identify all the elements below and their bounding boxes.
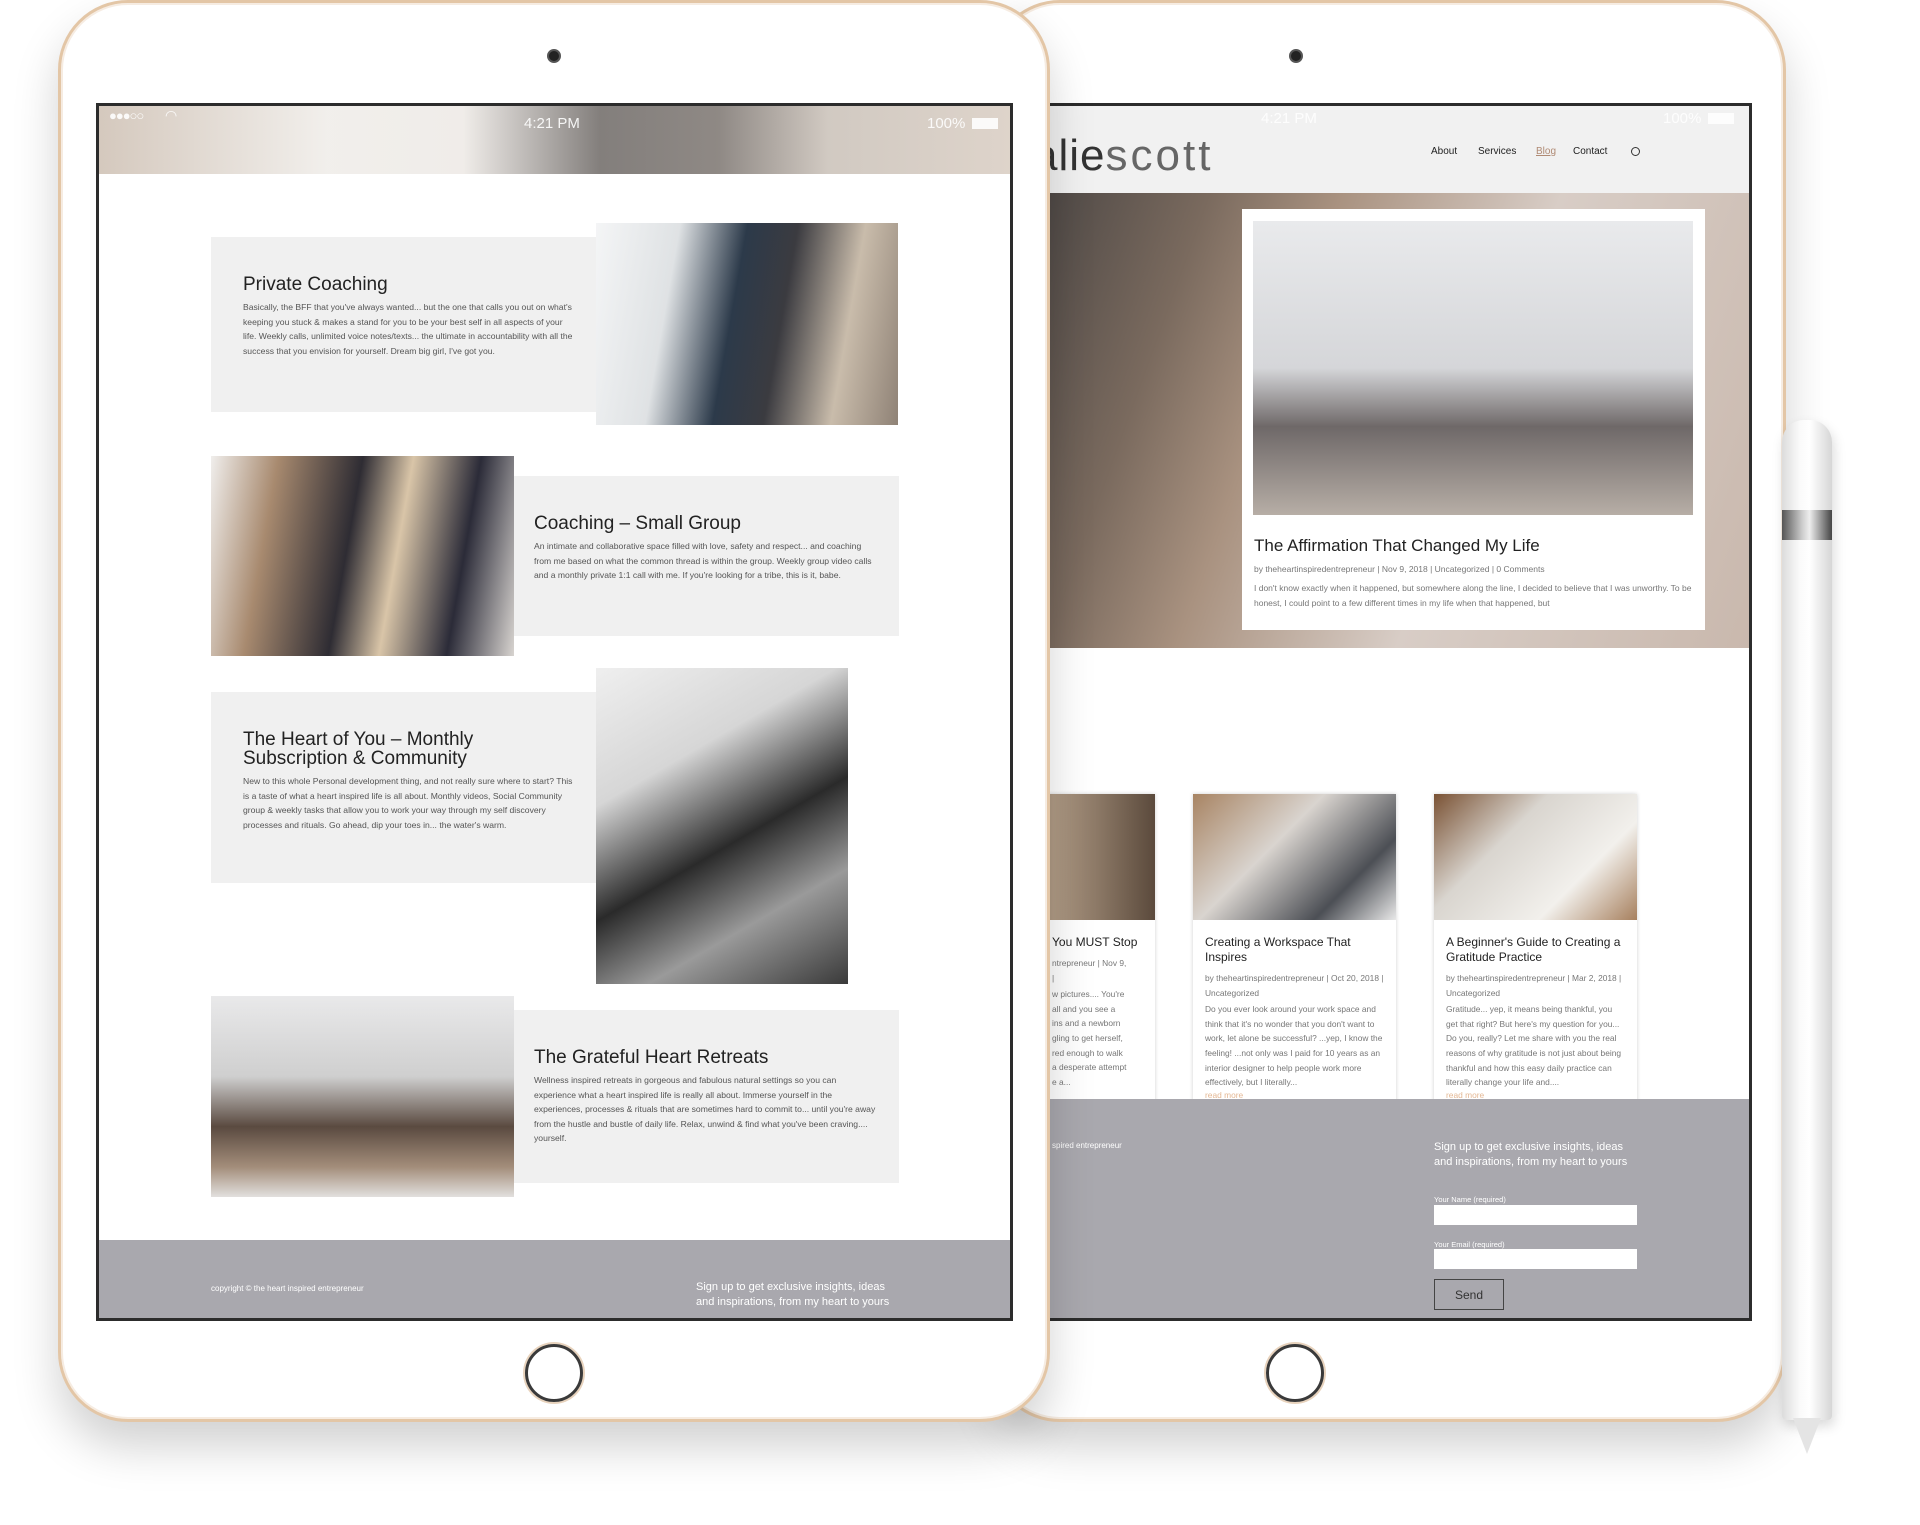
post-card[interactable]: Creating a Workspace That Inspires by th… [1193, 794, 1396, 1138]
featured-post-meta: by theheartinspiredentrepreneur | Nov 9,… [1254, 564, 1545, 574]
email-label: Your Email (required) [1434, 1240, 1505, 1249]
logo[interactable]: aliescott [1033, 131, 1213, 181]
site-footer: copyright © the heart inspired entrepren… [99, 1240, 1010, 1318]
post-card[interactable]: A Beginner's Guide to Creating a Gratitu… [1434, 794, 1637, 1138]
featured-post-title[interactable]: The Affirmation That Changed My Life [1254, 536, 1540, 556]
post-title[interactable]: Creating a Workspace That Inspires [1205, 935, 1384, 965]
photo-retreat-fireplace [211, 996, 514, 1197]
excerpt-line: a desperate attempt [1052, 1062, 1127, 1073]
service-title: Coaching – Small Group [534, 513, 741, 534]
excerpt-line: red enough to walk [1052, 1047, 1123, 1058]
excerpt-line: e a... [1052, 1076, 1071, 1087]
meta-line: ntrepreneur | Nov 9, [1052, 958, 1127, 968]
status-battery: 100% [1663, 110, 1702, 127]
service-heart-of-you: The Heart of You – Monthly Subscription … [211, 692, 596, 883]
featured-post-photo [1253, 221, 1693, 515]
footer-signup-text: Sign up to get exclusive insights, ideas… [1434, 1141, 1628, 1168]
status-bar: 4:21 PM 100% [1033, 106, 1749, 132]
send-button[interactable]: Send [1434, 1279, 1504, 1310]
camera [1289, 49, 1303, 63]
post-meta: by theheartinspiredentrepreneur | Mar 2,… [1446, 973, 1622, 998]
logo-part2: scott [1105, 131, 1214, 180]
service-description: New to this whole Personal development t… [243, 776, 573, 830]
nav-about[interactable]: About [1431, 146, 1457, 157]
service-description: Wellness inspired retreats in gorgeous a… [534, 1075, 876, 1144]
nav-blog[interactable]: Blog [1536, 146, 1556, 157]
home-button[interactable] [1266, 1344, 1324, 1402]
home-button[interactable] [525, 1344, 583, 1402]
name-input[interactable] [1434, 1205, 1637, 1225]
service-title: The Grateful Heart Retreats [534, 1047, 769, 1068]
left-screen: ●●●○○ ◠ 4:21 PM 100% Private Coaching Ba… [96, 103, 1013, 1321]
excerpt-line: gling to get herself, [1052, 1032, 1123, 1043]
excerpt-line: all and you see a [1052, 1003, 1116, 1014]
service-small-group: Coaching – Small Group An intimate and c… [514, 476, 899, 636]
wifi-icon: ◠ [165, 107, 178, 123]
post-photo-workspace [1193, 794, 1396, 920]
site-footer: spired entrepreneur Sign up to get exclu… [1033, 1099, 1749, 1318]
post-excerpt: Gratitude... yep, it means being thankfu… [1446, 1004, 1622, 1088]
post-meta: by theheartinspiredentrepreneur | Oct 20… [1205, 973, 1384, 998]
battery-icon [1708, 113, 1734, 124]
excerpt-line: ins and a newborn [1052, 1018, 1121, 1029]
camera [547, 49, 561, 63]
pencil-band [1782, 510, 1832, 540]
service-retreats: The Grateful Heart Retreats Wellness ins… [514, 1010, 899, 1183]
service-title: Private Coaching [243, 274, 388, 295]
post-excerpt: Do you ever look around your work space … [1205, 1004, 1383, 1088]
status-bar: ●●●○○ ◠ 4:21 PM 100% [99, 106, 1010, 132]
status-battery: 100% [927, 115, 966, 132]
photo-woman-writing [596, 668, 848, 984]
pencil-tip [1793, 1418, 1821, 1454]
right-screen: 4:21 PM 100% aliescott About Services Bl… [1030, 103, 1752, 1321]
nav-contact[interactable]: Contact [1573, 146, 1607, 157]
search-icon[interactable] [1631, 147, 1640, 156]
apple-pencil [1782, 420, 1832, 1420]
nav-services[interactable]: Services [1478, 146, 1516, 157]
service-description: An intimate and collaborative space fill… [534, 541, 872, 581]
battery-icon [972, 118, 998, 129]
service-title: The Heart of You – Monthly Subscription … [243, 729, 474, 769]
photo-two-women-chatting [596, 223, 898, 425]
footer-copyright: copyright © the heart inspired entrepren… [211, 1284, 364, 1293]
status-time: 4:21 PM [1261, 110, 1317, 127]
footer-signup-text: Sign up to get exclusive insights, ideas… [696, 1281, 890, 1308]
post-excerpt: w pictures.... You're all and you see a … [1052, 987, 1143, 1089]
footer-copyright: spired entrepreneur [1052, 1141, 1122, 1150]
featured-post-excerpt: I don't know exactly when it happened, b… [1254, 583, 1692, 608]
post-title[interactable]: A Beginner's Guide to Creating a Gratitu… [1446, 935, 1625, 965]
service-private-coaching: Private Coaching Basically, the BFF that… [211, 237, 596, 412]
featured-post-card[interactable]: The Affirmation That Changed My Life by … [1242, 209, 1705, 630]
name-label: Your Name (required) [1434, 1195, 1506, 1204]
signal-icon: ●●●○○ [109, 108, 144, 123]
post-meta: ntrepreneur | Nov 9, | [1052, 956, 1143, 985]
email-input[interactable] [1434, 1249, 1637, 1269]
post-photo-journal [1434, 794, 1637, 920]
photo-small-group [211, 456, 514, 656]
service-description: Basically, the BFF that you've always wa… [243, 302, 573, 356]
meta-line: | [1052, 972, 1055, 983]
status-time: 4:21 PM [524, 115, 580, 132]
post-title[interactable]: You MUST Stop [1052, 935, 1143, 950]
excerpt-line: w pictures.... You're [1052, 989, 1125, 1000]
